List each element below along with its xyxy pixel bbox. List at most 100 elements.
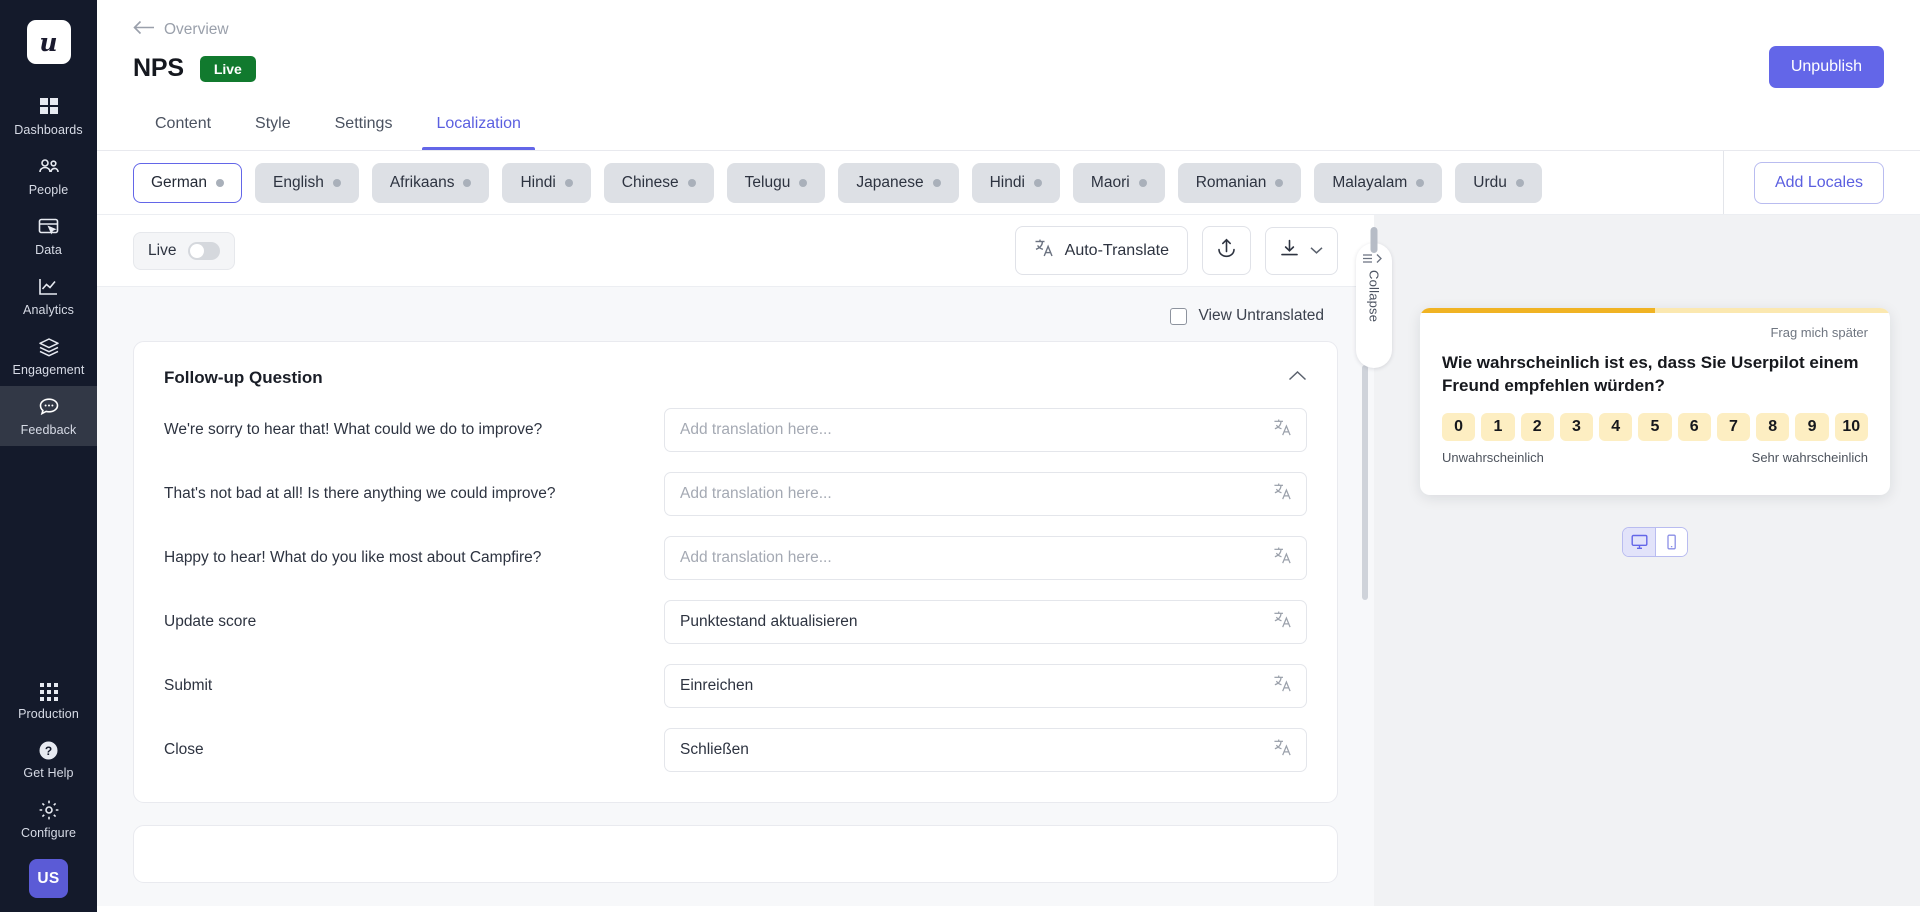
collapse-panel-button[interactable]: Collapse: [1356, 243, 1392, 368]
translation-row: Update score Punktestand aktualisieren: [164, 600, 1307, 644]
locale-chip-german[interactable]: German: [133, 163, 242, 203]
download-button[interactable]: [1265, 227, 1338, 275]
nps-score-4[interactable]: 4: [1599, 413, 1632, 441]
translation-row: That's not bad at all! Is there anything…: [164, 472, 1307, 516]
translation-row: Submit Einreichen: [164, 664, 1307, 708]
sidebar-item-people[interactable]: People: [0, 146, 97, 206]
locale-status-dot-icon: [1416, 179, 1424, 187]
nps-score-7[interactable]: 7: [1717, 413, 1750, 441]
nps-score-9[interactable]: 9: [1795, 413, 1828, 441]
sidebar-item-feedback[interactable]: Feedback: [0, 386, 97, 446]
locale-chip-label: Japanese: [856, 174, 923, 192]
upload-button[interactable]: [1202, 226, 1251, 275]
breadcrumb-back-overview[interactable]: Overview: [133, 20, 1884, 40]
locale-chip-list[interactable]: German English Afrikaans Hindi Chinese: [97, 151, 1723, 214]
translate-icon[interactable]: [1273, 418, 1292, 442]
locale-chip-maori[interactable]: Maori: [1073, 163, 1165, 203]
tab-bar: Content Style Settings Localization: [97, 105, 1920, 151]
translation-input[interactable]: Add translation here...: [664, 472, 1307, 516]
avatar[interactable]: US: [29, 859, 68, 898]
translation-row: Close Schließen: [164, 728, 1307, 772]
translation-input[interactable]: Add translation here...: [664, 408, 1307, 452]
nps-score-8[interactable]: 8: [1756, 413, 1789, 441]
analytics-chart-icon: [37, 276, 60, 298]
live-toggle-switch[interactable]: [188, 242, 220, 260]
locale-status-dot-icon: [1516, 179, 1524, 187]
chevron-up-icon[interactable]: [1288, 369, 1307, 387]
sidebar-item-configure[interactable]: Configure: [0, 789, 97, 849]
locale-chip-malayalam[interactable]: Malayalam: [1314, 163, 1442, 203]
app-root: u Dashboards People Data: [0, 0, 1920, 912]
tab-settings[interactable]: Settings: [313, 105, 415, 151]
translate-icon[interactable]: [1273, 674, 1292, 698]
locale-chip-chinese[interactable]: Chinese: [604, 163, 714, 203]
sidebar-item-analytics[interactable]: Analytics: [0, 266, 97, 326]
translations-scroll[interactable]: View Untranslated Follow-up Question We'…: [97, 287, 1374, 906]
sidebar-item-data[interactable]: Data: [0, 206, 97, 266]
data-window-icon: [37, 216, 60, 238]
ask-me-later-link[interactable]: Frag mich später: [1442, 325, 1868, 340]
sidebar-item-label: Production: [18, 707, 79, 721]
nps-score-10[interactable]: 10: [1835, 413, 1868, 441]
locale-chip-romanian[interactable]: Romanian: [1178, 163, 1302, 203]
mobile-icon[interactable]: [1655, 528, 1687, 556]
tab-localization[interactable]: Localization: [414, 105, 543, 151]
sidebar-item-label: Dashboards: [14, 123, 82, 137]
question-circle-icon: ?: [38, 740, 59, 761]
locale-chip-japanese[interactable]: Japanese: [838, 163, 958, 203]
nps-score-3[interactable]: 3: [1560, 413, 1593, 441]
live-toggle[interactable]: Live: [133, 232, 235, 270]
nps-score-0[interactable]: 0: [1442, 413, 1475, 441]
survey-question: Wie wahrscheinlich ist es, dass Sie User…: [1442, 351, 1868, 398]
locale-status-dot-icon: [1139, 179, 1147, 187]
unpublish-button[interactable]: Unpublish: [1769, 46, 1884, 88]
translation-input[interactable]: Add translation here...: [664, 536, 1307, 580]
view-untranslated-checkbox[interactable]: [1170, 308, 1187, 325]
locale-status-dot-icon: [333, 179, 341, 187]
locale-status-dot-icon: [688, 179, 696, 187]
locales-bar: German English Afrikaans Hindi Chinese: [97, 151, 1920, 215]
locale-chip-hindi[interactable]: Hindi: [502, 163, 590, 203]
translate-icon[interactable]: [1273, 546, 1292, 570]
sidebar-item-engagement[interactable]: Engagement: [0, 326, 97, 386]
translation-input[interactable]: Schließen: [664, 728, 1307, 772]
grid-icon: [38, 96, 60, 118]
locale-chip-english[interactable]: English: [255, 163, 359, 203]
nps-score-2[interactable]: 2: [1521, 413, 1554, 441]
follow-up-question-card: Follow-up Question We're sorry to hear t…: [133, 341, 1338, 803]
preview-canvas: Frag mich später Wie wahrscheinlich ist …: [1374, 215, 1920, 557]
nps-score-6[interactable]: 6: [1678, 413, 1711, 441]
nps-score-1[interactable]: 1: [1481, 413, 1514, 441]
translation-input[interactable]: Einreichen: [664, 664, 1307, 708]
nps-score-5[interactable]: 5: [1638, 413, 1671, 441]
locale-chip-afrikaans[interactable]: Afrikaans: [372, 163, 490, 203]
sidebar-item-production[interactable]: Production: [0, 672, 97, 730]
locale-chip-label: Hindi: [990, 174, 1025, 192]
nps-score-scale: 0 1 2 3 4 5 6 7 8 9 10: [1442, 413, 1868, 441]
translation-source-text: Submit: [164, 676, 664, 697]
sidebar-item-get-help[interactable]: ? Get Help: [0, 730, 97, 789]
locale-chip-label: Afrikaans: [390, 174, 455, 192]
auto-translate-button[interactable]: Auto-Translate: [1015, 226, 1188, 275]
tab-style[interactable]: Style: [233, 105, 313, 151]
tab-content[interactable]: Content: [133, 105, 233, 151]
locale-chip-urdu[interactable]: Urdu: [1455, 163, 1542, 203]
locale-chip-telugu[interactable]: Telugu: [727, 163, 826, 203]
locale-chip-label: English: [273, 174, 324, 192]
translate-icon[interactable]: [1273, 738, 1292, 762]
translate-icon[interactable]: [1273, 610, 1292, 634]
userpilot-logo[interactable]: u: [27, 20, 71, 64]
scale-high-label: Sehr wahrscheinlich: [1752, 450, 1868, 465]
translation-input[interactable]: Punktestand aktualisieren: [664, 600, 1307, 644]
gear-icon: [38, 799, 60, 821]
editor-split: Live Auto-Translate: [97, 215, 1920, 906]
translate-icon[interactable]: [1273, 482, 1292, 506]
desktop-icon[interactable]: [1623, 528, 1655, 556]
add-locales-button[interactable]: Add Locales: [1754, 162, 1884, 204]
locale-chip-hindi-2[interactable]: Hindi: [972, 163, 1060, 203]
sidebar-item-dashboards[interactable]: Dashboards: [0, 86, 97, 146]
translations-scrollbar[interactable]: [1362, 365, 1368, 600]
translate-icon: [1034, 238, 1054, 263]
primary-sidebar: u Dashboards People Data: [0, 0, 97, 912]
drag-handle[interactable]: [1371, 227, 1378, 253]
